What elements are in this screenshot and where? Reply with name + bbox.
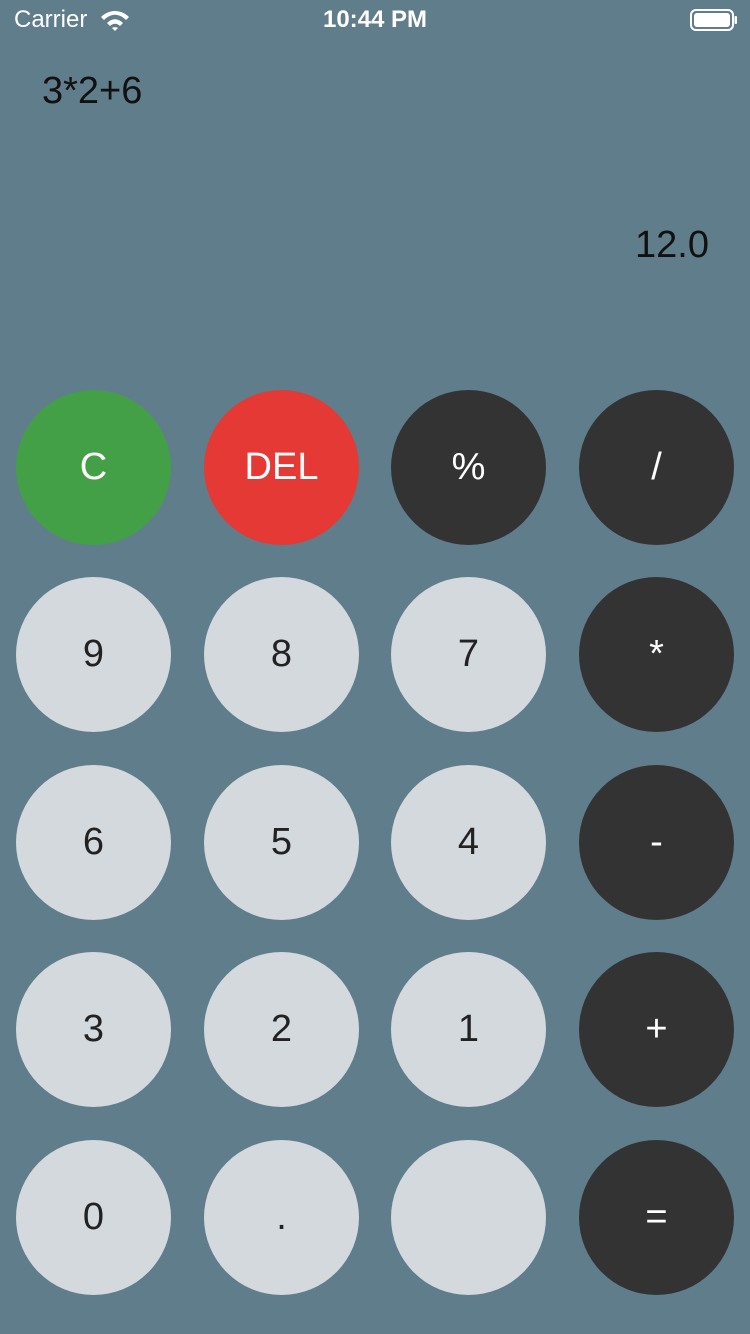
minus-button[interactable]: - [579,765,734,920]
status-time: 10:44 PM [322,6,428,33]
equals-button[interactable]: = [579,1140,734,1295]
digit-7-button[interactable]: 7 [391,577,546,732]
multiply-button[interactable]: * [579,577,734,732]
plus-button[interactable]: + [579,952,734,1107]
result-display: 12.0 [635,224,709,266]
clear-button[interactable]: C [16,390,171,545]
digit-9-button[interactable]: 9 [16,577,171,732]
percent-button[interactable]: % [391,390,546,545]
digit-2-button[interactable]: 2 [204,952,359,1107]
digit-5-button[interactable]: 5 [204,765,359,920]
digit-4-button[interactable]: 4 [391,765,546,920]
digit-3-button[interactable]: 3 [16,952,171,1107]
digit-0-button[interactable]: 0 [16,1140,171,1295]
blank-button[interactable] [391,1140,546,1295]
battery-icon [690,9,737,31]
expression-display: 3*2+6 [42,70,143,112]
delete-button[interactable]: DEL [204,390,359,545]
digit-6-button[interactable]: 6 [16,765,171,920]
divide-button[interactable]: / [579,390,734,545]
digit-8-button[interactable]: 8 [204,577,359,732]
digit-1-button[interactable]: 1 [391,952,546,1107]
status-bar: Carrier 10:44 PM [0,0,750,40]
decimal-button[interactable]: . [204,1140,359,1295]
